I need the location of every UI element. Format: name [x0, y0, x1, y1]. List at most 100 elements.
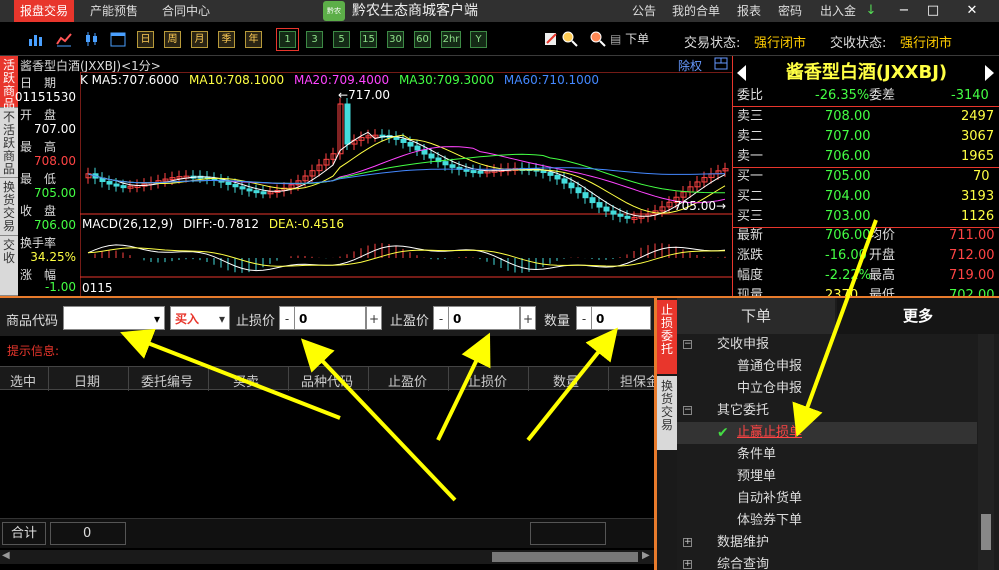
quantity-input[interactable]: 0 [591, 306, 651, 330]
kline-chart[interactable]: K MA5:707.6000 MA10:708.1000 MA20:709.40… [79, 71, 732, 296]
menu-my-orders[interactable]: 我的合单 [672, 0, 720, 22]
bid-row[interactable]: 买三 703.00 1126 [733, 207, 999, 227]
layout-icon[interactable] [714, 57, 728, 70]
date-value: 01151530 [14, 90, 76, 104]
tab-exchange-goods[interactable]: 换货交易 [657, 376, 677, 450]
period-week-button[interactable]: 周 [164, 31, 181, 48]
tree-node-data-maintenance[interactable]: + 数据维护 [677, 532, 977, 554]
year-y-button[interactable]: Y [470, 31, 487, 48]
scroll-left-icon[interactable]: ◀ [2, 550, 10, 561]
maximize-button[interactable]: □ [922, 0, 944, 22]
calendar-icon[interactable] [110, 31, 126, 47]
next-product-arrow-icon[interactable] [985, 65, 994, 81]
expand-icon[interactable]: + [683, 538, 692, 547]
col-order-no[interactable]: 委托编号 [141, 371, 193, 390]
tree-node-label: 数据维护 [717, 535, 770, 550]
col-product-code[interactable]: 品种代码 [301, 371, 353, 390]
product-code-select[interactable]: ▾ [63, 306, 165, 330]
tree-leaf-stop-profit-loss[interactable]: ✔ 止赢止损单 [677, 422, 977, 444]
minute-3-button[interactable]: 3 [306, 31, 323, 48]
minute-5-button[interactable]: 5 [333, 31, 350, 48]
candlestick-icon[interactable] [84, 31, 100, 47]
quick-order-button[interactable]: ▤ 下单 [610, 30, 649, 49]
period-year-button[interactable]: 年 [245, 31, 262, 48]
minimize-button[interactable]: − [893, 0, 915, 22]
quantity-minus-button[interactable]: - [576, 306, 592, 330]
menu-contract-center[interactable]: 合同中心 [162, 0, 210, 22]
tab-place-order[interactable]: 下单 [677, 298, 835, 334]
tab-delivery[interactable]: 交收 [0, 236, 18, 296]
hour-2-button[interactable]: 2hr [441, 31, 461, 48]
period-quarter-button[interactable]: 季 [218, 31, 235, 48]
minute-15-button[interactable]: 15 [360, 31, 377, 48]
tab-inactive-products[interactable]: 不活跃商品 [0, 108, 18, 178]
col-stop-loss[interactable]: 止损价 [468, 371, 507, 390]
bid-row[interactable]: 买二 704.00 3193 [733, 187, 999, 207]
stop-loss-input[interactable]: 0 [294, 306, 366, 330]
take-profit-minus-button[interactable]: - [433, 306, 449, 330]
period-day-button[interactable]: 日 [137, 31, 154, 48]
candle-body [554, 174, 561, 180]
stat-label: 涨跌 [737, 248, 764, 263]
app-logo: 黔农 [323, 1, 345, 21]
low-marker-label: 705.00→ [674, 199, 726, 213]
tree-leaf-neutral-warehouse[interactable]: 中立仓申报 [677, 378, 977, 400]
ask-row[interactable]: 卖一 706.00 1965 [733, 147, 999, 167]
tree-leaf-conditional[interactable]: 条件单 [677, 444, 977, 466]
vertical-scrollbar[interactable] [978, 334, 994, 570]
expand-icon[interactable]: + [683, 560, 692, 569]
collapse-icon[interactable]: − [683, 406, 692, 415]
tab-exchange-trade[interactable]: 换货交易 [0, 178, 18, 236]
tree-leaf-preset[interactable]: 预埋单 [677, 466, 977, 488]
bid-row[interactable]: 买一 705.00 70 [733, 167, 999, 187]
col-select[interactable]: 选中 [10, 371, 36, 390]
scroll-right-icon[interactable]: ▶ [642, 550, 650, 561]
download-icon[interactable]: ↓ [860, 0, 882, 22]
take-profit-plus-button[interactable]: + [520, 306, 536, 330]
menu-report[interactable]: 报表 [737, 0, 761, 22]
col-take-profit[interactable]: 止盈价 [388, 371, 427, 390]
tree-node-query[interactable]: + 综合查询 [677, 554, 977, 570]
ask-row[interactable]: 卖二 707.00 3067 [733, 127, 999, 147]
col-date[interactable]: 日期 [74, 371, 100, 390]
take-profit-input[interactable]: 0 [448, 306, 520, 330]
stop-loss-minus-button[interactable]: - [279, 306, 295, 330]
tree-leaf-normal-warehouse[interactable]: 普通仓申报 [677, 356, 977, 378]
tree-node-other-orders[interactable]: − 其它委托 [677, 400, 977, 422]
tree-node-delivery[interactable]: − 交收申报 [677, 334, 977, 356]
ask-row[interactable]: 卖三 708.00 2497 [733, 107, 999, 127]
candle-body [428, 153, 435, 159]
edit-icon[interactable] [543, 31, 559, 47]
horizontal-scrollbar[interactable]: ◀ ▶ [0, 550, 654, 564]
close-button[interactable]: ✕ [961, 0, 983, 22]
tree-leaf-trial-coupon[interactable]: 体验券下单 [677, 510, 977, 532]
tab-more[interactable]: 更多 [837, 298, 999, 334]
col-side[interactable]: 买卖 [233, 371, 259, 390]
menu-order-trading[interactable]: 报盘交易 [14, 0, 75, 22]
menu-capacity-presale[interactable]: 产能预售 [90, 0, 138, 22]
line-chart-icon[interactable] [56, 31, 72, 47]
horizontal-scroll-thumb[interactable] [492, 552, 638, 562]
col-quantity[interactable]: 数量 [553, 371, 579, 390]
stat-value: 719.00 [949, 268, 995, 283]
bid-label: 买二 [737, 189, 764, 204]
collapse-icon[interactable]: − [683, 340, 692, 349]
vertical-scroll-thumb[interactable] [981, 514, 991, 550]
minute-30-button[interactable]: 30 [387, 31, 404, 48]
tree-leaf-auto-restock[interactable]: 自动补货单 [677, 488, 977, 510]
menu-deposit-withdraw[interactable]: 出入金 [820, 0, 856, 22]
minute-1-button[interactable]: 1 [276, 28, 299, 51]
menu-announcement[interactable]: 公告 [632, 0, 656, 22]
minute-60-button[interactable]: 60 [414, 31, 431, 48]
tree-node-label: 体验券下单 [737, 513, 803, 528]
stop-loss-plus-button[interactable]: + [366, 306, 382, 330]
zoom-out-icon[interactable] [590, 31, 606, 47]
tab-stop-order[interactable]: 止损委托 [657, 300, 677, 374]
period-month-button[interactable]: 月 [191, 31, 208, 48]
quantity-label: 数量 [544, 314, 571, 329]
menu-password[interactable]: 密码 [778, 0, 802, 22]
candle-body [610, 210, 617, 215]
zoom-in-icon[interactable] [562, 31, 578, 47]
bar-chart-icon[interactable] [28, 31, 44, 47]
direction-select[interactable]: 买入 ▾ [170, 306, 230, 330]
